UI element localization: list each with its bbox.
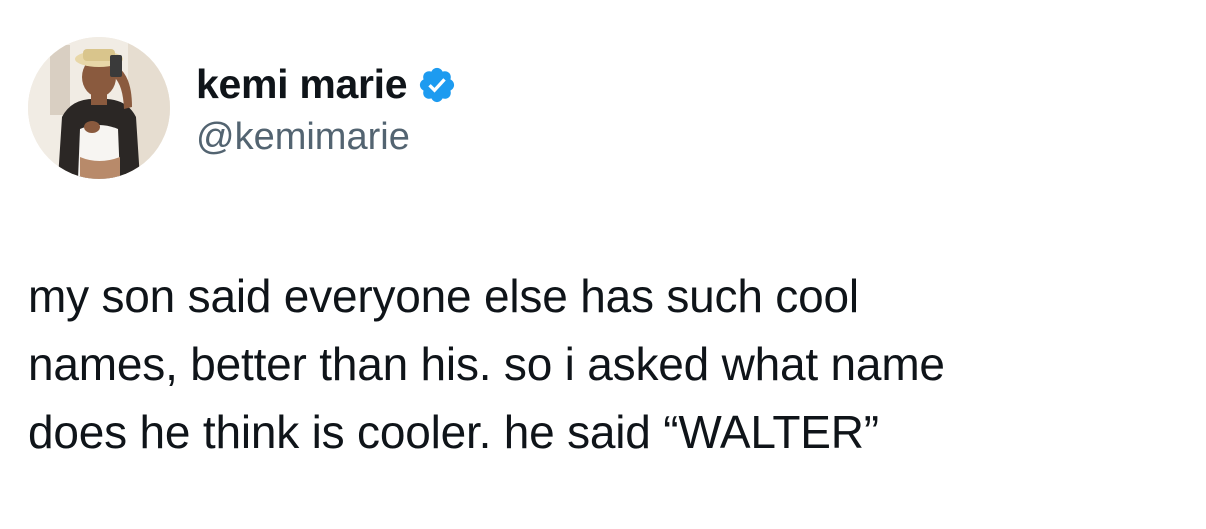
verified-badge-icon [417,65,457,105]
tweet-header: kemi marie @kemimarie [28,37,457,179]
avatar[interactable] [28,37,170,179]
display-name[interactable]: kemi marie [196,61,408,108]
author-identity: kemi marie @kemimarie [196,58,457,159]
tweet-text-line: does he think is cooler. he said “WALTER… [28,406,879,458]
name-row: kemi marie [196,58,457,112]
author-handle[interactable]: @kemimarie [196,116,457,159]
tweet-text: my son said everyone else has such cool … [28,262,1178,466]
tweet-card: kemi marie @kemimarie my son said everyo… [0,0,1206,529]
tweet-text-line: names, better than his. so i asked what … [28,338,945,390]
avatar-image [28,37,170,179]
tweet-text-line: my son said everyone else has such cool [28,270,859,322]
